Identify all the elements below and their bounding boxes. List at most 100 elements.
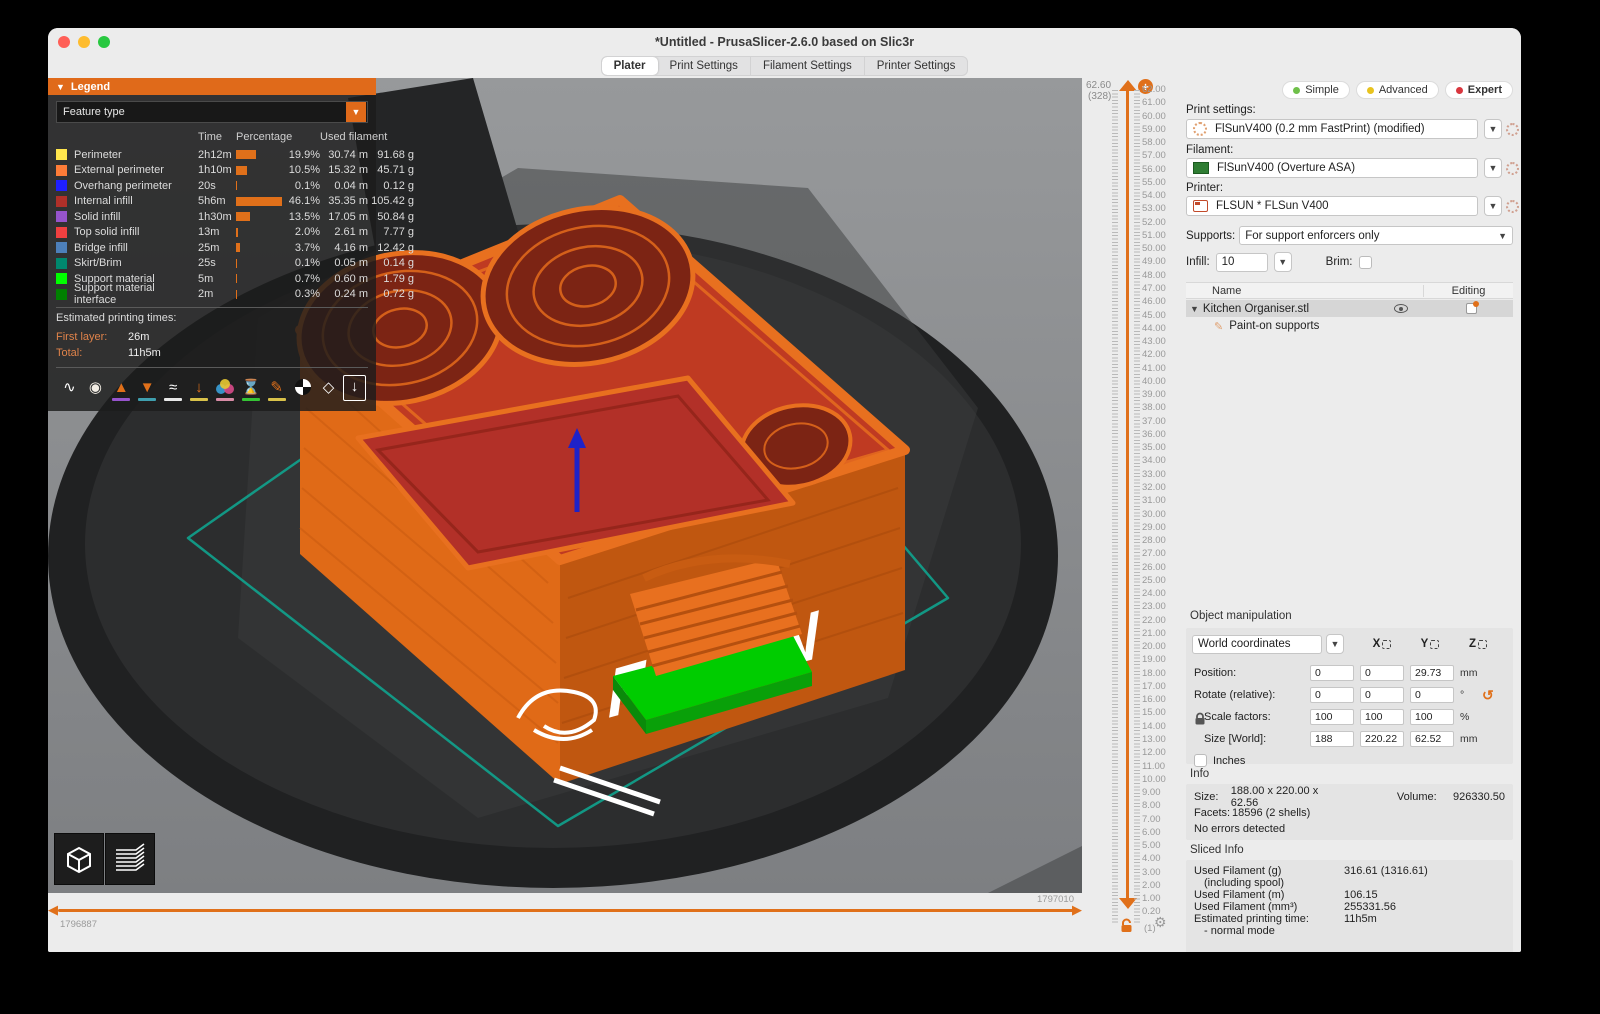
object-row-kitchen-organiser[interactable]: ▼ Kitchen Organiser.stl [1186,300,1513,317]
scale-factors-z-input[interactable]: 100 [1410,709,1454,725]
layer-tick-53.00: 53.00 [1142,204,1176,214]
tab-printer-settings[interactable]: Printer Settings [865,57,968,75]
layer-tick-3.00: 3.00 [1142,868,1176,878]
printer-value: FLSUN * FLSun V400 [1216,200,1329,212]
printer-gear-icon[interactable] [1506,200,1519,213]
percent-bar-fill [236,243,240,252]
lock-slider-icon[interactable] [1120,918,1133,933]
feature-weight: 50.84 g [368,211,414,223]
printer-label: Printer: [1186,182,1223,194]
move-slider-max-label: 1797010 [988,894,1074,905]
shells-icon-underline [294,398,312,401]
filament-dropdown-button[interactable]: ▼ [1484,158,1502,178]
axis-x-frame-icon [1382,640,1391,649]
layer-tick-36.00: 36.00 [1142,430,1176,440]
layer-slider-track[interactable] [1126,88,1129,906]
legend-header[interactable]: ▼ Legend [48,78,376,95]
color-dots [216,379,234,395]
object-editing-icon[interactable] [1466,303,1477,314]
scale-factors-x-input[interactable]: 100 [1310,709,1354,725]
brim-checkbox[interactable] [1359,256,1372,269]
feature-percent-bar [236,166,286,175]
coordinates-dropdown-button[interactable]: ▼ [1326,634,1344,654]
position-z-input[interactable]: 29.73 [1410,665,1454,681]
mode-button-advanced[interactable]: Advanced [1356,81,1439,99]
view-type-dropdown-icon[interactable]: ▼ [346,102,366,122]
tool-marker-icon[interactable]: ◇ [317,375,340,401]
first-layer-label: First layer: [56,331,128,343]
color-changes-icon[interactable] [213,375,236,401]
legend-visibility-icon[interactable]: ↓ [343,375,366,401]
mode-dot-expert [1456,87,1463,94]
info-panel: Size: 188.00 x 220.00 x 62.56 Volume: 92… [1186,784,1513,840]
reset-rotation-icon[interactable]: ↺ [1482,687,1494,704]
shells-icon[interactable] [291,375,314,401]
facets-label: Facets: [1194,807,1232,819]
uniform-scale-lock-icon[interactable] [1194,712,1206,726]
print-settings-dropdown-button[interactable]: ▼ [1484,119,1502,139]
feature-name: Overhang perimeter [74,180,198,192]
position-y-input[interactable]: 0 [1360,665,1404,681]
infill-dropdown-button[interactable]: ▼ [1274,252,1292,272]
print-settings-combo[interactable]: FlSunV400 (0.2 mm FastPrint) (modified) [1186,119,1478,139]
feature-name: Skirt/Brim [74,257,198,269]
seams-icon[interactable]: ◉ [84,375,107,401]
print-settings-gear-icon[interactable] [1506,123,1519,136]
color-changes-icon-underline [216,398,234,401]
slider-settings-gear-icon[interactable]: ⚙ [1154,914,1167,931]
object-visibility-eye-icon[interactable] [1394,304,1408,313]
rotate-relative-x-input[interactable]: 0 [1310,687,1354,703]
pause-prints-icon[interactable]: ⌛ [239,375,262,401]
tab-print-settings[interactable]: Print Settings [658,57,751,75]
view-3d-button[interactable] [54,833,104,885]
rotate-relative-y-input[interactable]: 0 [1360,687,1404,703]
object-subrow-paint-on-supports[interactable]: ✎ Paint-on supports [1186,318,1513,334]
tab-plater[interactable]: Plater [602,57,658,75]
retractions-icon[interactable]: ▲ [110,375,133,401]
position-x-input[interactable]: 0 [1310,665,1354,681]
mode-dot-simple [1293,87,1300,94]
view-type-select[interactable]: Feature type ▼ [56,101,368,123]
rotate-relative-z-input[interactable]: 0 [1410,687,1454,703]
filament-combo[interactable]: FlSunV400 (Overture ASA) [1186,158,1478,178]
printer-combo[interactable]: FLSUN * FLSun V400 [1186,196,1478,216]
supports-select[interactable]: For support enforcers only ▼ [1239,226,1513,245]
travel-moves-icon[interactable]: ∿ [58,375,81,401]
size-world-y-input[interactable]: 220.22 [1360,731,1404,747]
legend-collapse-icon[interactable]: ▼ [56,82,65,92]
coordinates-select[interactable]: World coordinates [1192,635,1322,654]
feature-percent-bar [236,197,286,206]
move-slider-left-handle[interactable]: ◀ [48,902,58,918]
object-expand-caret[interactable]: ▼ [1190,304,1199,314]
print-settings-value: FlSunV400 (0.2 mm FastPrint) (modified) [1215,123,1425,135]
mode-button-expert[interactable]: Expert [1445,81,1513,99]
move-slider-track[interactable] [58,909,1076,912]
supports-dropdown-icon[interactable]: ▼ [1498,231,1507,241]
axis-y-header: Y [1408,638,1452,650]
feature-color-swatch [56,180,67,191]
deretractions-icon[interactable]: ▼ [136,375,159,401]
scale-factors-y-input[interactable]: 100 [1360,709,1404,725]
tab-filament-settings[interactable]: Filament Settings [751,57,865,75]
view-layers-button[interactable] [105,833,155,885]
paint-on-supports-label: Paint-on supports [1229,320,1319,332]
legend-panel: ▼ Legend Feature type ▼ Time Percentage [48,78,376,411]
inches-checkbox[interactable] [1194,754,1207,767]
mode-button-simple[interactable]: Simple [1282,81,1350,99]
printer-dropdown-button[interactable]: ▼ [1484,196,1502,216]
filament-gear-icon[interactable] [1506,162,1519,175]
filament-value: FlSunV400 (Overture ASA) [1217,162,1355,174]
shell-sphere [295,379,311,395]
tool-changes-icon[interactable]: ↓ [188,375,211,401]
layer-tick-58.00: 58.00 [1142,138,1176,148]
viewport-3d[interactable]: FLSUN [48,78,1082,893]
custom-gcode-icon[interactable]: ✎ [265,375,288,401]
legend-row-perimeter: Perimeter2h12m19.9%30.74 m91.68 g [56,147,368,163]
size-world-x-input[interactable]: 188 [1310,731,1354,747]
sliced-info-title: Sliced Info [1190,844,1244,856]
wipe-moves-icon[interactable]: ≈ [162,375,185,401]
feature-weight: 0.14 g [368,257,414,269]
retractions-icon-underline [112,398,130,401]
size-world-z-input[interactable]: 62.52 [1410,731,1454,747]
infill-input[interactable]: 10 [1216,253,1268,272]
